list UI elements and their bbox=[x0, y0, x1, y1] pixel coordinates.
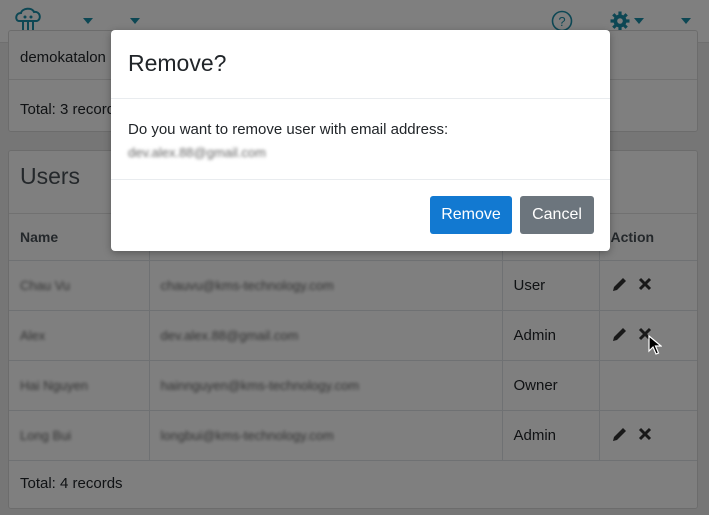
modal-header: Remove? bbox=[111, 30, 610, 99]
mouse-cursor-icon bbox=[648, 335, 662, 355]
modal-message: Do you want to remove user with email ad… bbox=[128, 121, 449, 138]
remove-button[interactable]: Remove bbox=[430, 196, 512, 234]
cancel-button[interactable]: Cancel bbox=[520, 196, 594, 234]
modal-title: Remove? bbox=[128, 50, 227, 76]
modal-body: Do you want to remove user with email ad… bbox=[128, 118, 448, 164]
remove-user-dialog: Remove? Do you want to remove user with … bbox=[111, 30, 610, 251]
modal-footer: Remove Cancel bbox=[111, 179, 610, 252]
modal-email: dev.alex.88@gmail.com bbox=[128, 145, 266, 160]
